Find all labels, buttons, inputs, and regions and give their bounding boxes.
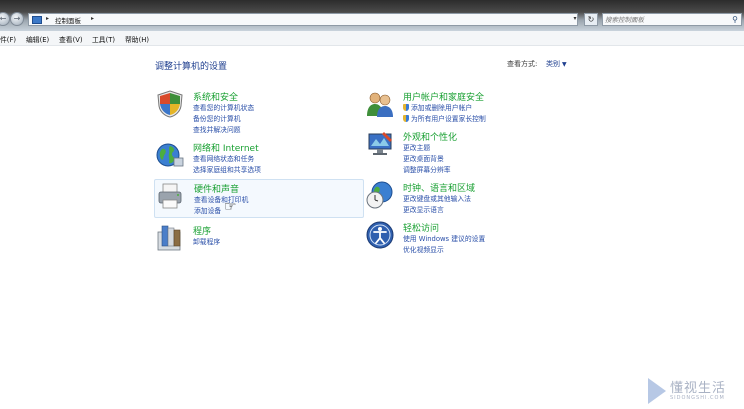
address-bar[interactable]: ▸ 控制面板 ▸: [28, 13, 578, 26]
category-appearance: 外观和个性化 更改主题 更改桌面背景 调整屏幕分辨率: [366, 130, 566, 174]
category-link[interactable]: 更改显示语言: [403, 204, 444, 214]
category-link[interactable]: 添加设备: [194, 205, 221, 215]
forward-arrow-icon[interactable]: →: [10, 12, 24, 26]
mouse-pointer-icon: ☞: [224, 199, 237, 215]
category-link-text[interactable]: 为所有用户设置家长控制: [411, 115, 486, 123]
search-box[interactable]: ⚲: [602, 13, 742, 26]
printer-icon[interactable]: [157, 182, 185, 210]
view-by-value[interactable]: 类别: [546, 60, 560, 68]
menu-help[interactable]: 帮助(H): [125, 34, 149, 44]
category-link[interactable]: 查看设备和打印机: [194, 194, 248, 204]
address-dropdown-icon[interactable]: ▾: [570, 13, 580, 26]
shield-icon[interactable]: [156, 90, 184, 118]
category-ease-of-access: 轻松访问 使用 Windows 建议的设置 优化视频显示: [366, 221, 566, 255]
category-link[interactable]: 卸载程序: [193, 236, 220, 246]
menu-file[interactable]: 件(F): [0, 34, 16, 44]
uac-shield-icon: [403, 104, 409, 111]
category-hardware-sound: 硬件和声音 查看设备和打印机 添加设备: [154, 179, 364, 218]
refresh-icon[interactable]: ↻: [584, 13, 598, 26]
watermark-name: 懂视生活: [670, 381, 727, 396]
search-icon[interactable]: ⚲: [732, 15, 738, 24]
category-link[interactable]: 使用 Windows 建议的设置: [403, 233, 485, 243]
window-titlebar: ← → ▸ 控制面板 ▸ ▾ ↻ ⚲: [0, 0, 744, 31]
category-link[interactable]: 优化视频显示: [403, 244, 444, 254]
category-programs: 程序 卸载程序: [156, 224, 356, 252]
category-link[interactable]: 查找并解决问题: [193, 124, 241, 134]
users-icon[interactable]: [366, 90, 394, 118]
category-network-internet: 网络和 Internet 查看网络状态和任务 选择家庭组和共享选项: [156, 141, 356, 175]
back-arrow-icon[interactable]: ←: [0, 12, 10, 26]
clock-globe-icon[interactable]: [366, 181, 394, 209]
category-user-accounts: 用户帐户和家庭安全 添加或删除用户帐户 为所有用户设置家长控制: [366, 90, 566, 124]
view-by-dropdown[interactable]: 类别 ▼: [546, 59, 567, 69]
category-link[interactable]: 选择家庭组和共享选项: [193, 164, 261, 174]
monitor-icon[interactable]: [366, 130, 394, 158]
category-link[interactable]: 更改主题: [403, 142, 430, 152]
category-link[interactable]: 更改键盘或其他输入法: [403, 193, 471, 203]
breadcrumb-separator[interactable]: ▸: [91, 15, 94, 22]
category-link[interactable]: 调整屏幕分辨率: [403, 164, 451, 174]
search-input[interactable]: [605, 14, 725, 25]
category-link-text[interactable]: 添加或删除用户帐户: [411, 104, 472, 112]
uac-shield-icon: [403, 115, 409, 122]
category-link[interactable]: 更改桌面背景: [403, 153, 444, 163]
category-link[interactable]: 查看您的计算机状态: [193, 102, 254, 112]
accessibility-icon[interactable]: [366, 221, 394, 249]
category-link[interactable]: 查看网络状态和任务: [193, 153, 254, 163]
category-clock-language-region: 时钟、语言和区域 更改键盘或其他输入法 更改显示语言: [366, 181, 566, 215]
category-system-security: 系统和安全 查看您的计算机状态 备份您的计算机 查找并解决问题: [156, 90, 356, 134]
menu-view[interactable]: 查看(V): [59, 34, 83, 44]
breadcrumb-separator[interactable]: ▸: [46, 15, 49, 22]
category-link[interactable]: 为所有用户设置家长控制: [403, 113, 486, 123]
menu-bar: 件(F) 编辑(E) 查看(V) 工具(T) 帮助(H): [0, 31, 744, 46]
watermark: 懂视生活 SIDONGSHI.COM: [648, 376, 742, 406]
play-logo-icon: [648, 378, 666, 404]
globe-icon[interactable]: [156, 141, 184, 169]
chevron-down-icon[interactable]: ▼: [562, 61, 567, 68]
programs-icon[interactable]: [156, 224, 184, 252]
menu-tools[interactable]: 工具(T): [92, 34, 115, 44]
breadcrumb-control-panel[interactable]: 控制面板: [55, 15, 81, 25]
page-title: 调整计算机的设置: [155, 62, 228, 72]
category-link[interactable]: 添加或删除用户帐户: [403, 102, 472, 112]
watermark-url: SIDONGSHI.COM: [670, 395, 725, 401]
control-panel-icon: [32, 16, 42, 24]
view-by-label: 查看方式:: [507, 60, 538, 68]
menu-edit[interactable]: 编辑(E): [26, 34, 49, 44]
category-link[interactable]: 备份您的计算机: [193, 113, 241, 123]
